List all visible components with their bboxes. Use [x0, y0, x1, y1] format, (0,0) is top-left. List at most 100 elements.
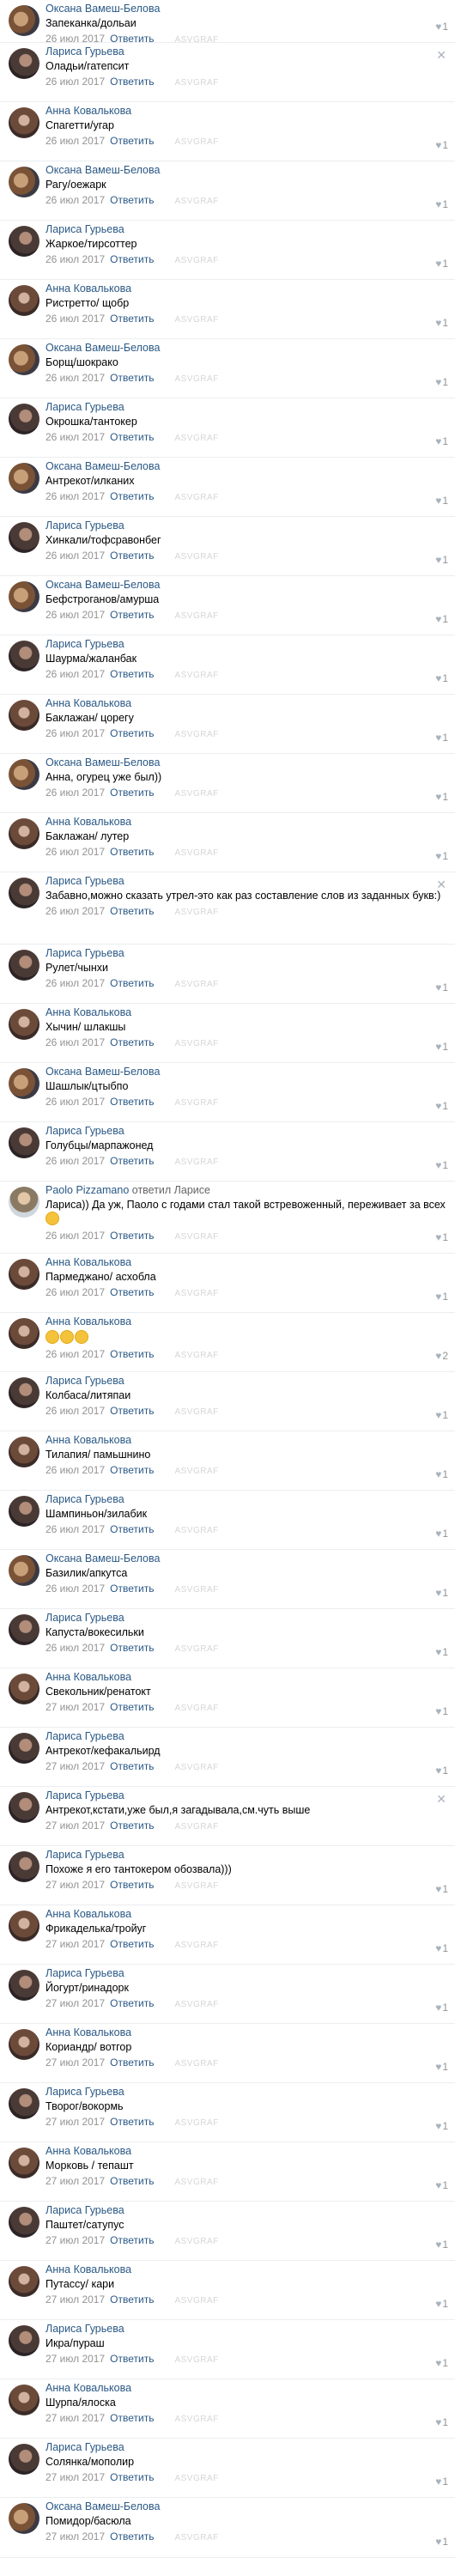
author-name-link[interactable]: Лариса Гурьева [46, 401, 124, 413]
author-name-link[interactable]: Анна Ковалькова [46, 283, 131, 295]
comment-date[interactable]: 26 июл 2017 [46, 1348, 105, 1360]
larisa-avatar[interactable] [9, 48, 39, 79]
reply-button[interactable]: Ответить [110, 1997, 154, 2009]
reply-button[interactable]: Ответить [110, 1464, 154, 1476]
larisa-avatar[interactable] [9, 950, 39, 981]
comment-date[interactable]: 27 июл 2017 [46, 2234, 105, 2246]
reply-button[interactable]: Ответить [110, 727, 154, 739]
like-button[interactable]: ♥1 [435, 2416, 448, 2428]
like-button[interactable]: ♥1 [435, 1041, 448, 1053]
like-button[interactable]: ♥1 [435, 732, 448, 744]
reply-button[interactable]: Ответить [110, 1286, 154, 1298]
larisa-avatar[interactable] [9, 2444, 39, 2475]
anna-avatar[interactable] [9, 107, 39, 138]
comment-date[interactable]: 26 июл 2017 [46, 1230, 105, 1242]
oksana-avatar[interactable] [9, 759, 39, 790]
author-name-link[interactable]: Лариса Гурьева [46, 1789, 124, 1801]
reply-button[interactable]: Ответить [110, 1036, 154, 1048]
like-button[interactable]: ♥1 [435, 2120, 448, 2132]
comment-date[interactable]: 26 июл 2017 [46, 1286, 105, 1298]
comment-date[interactable]: 26 июл 2017 [46, 194, 105, 206]
comment-date[interactable]: 26 июл 2017 [46, 905, 105, 917]
comment-date[interactable]: 26 июл 2017 [46, 668, 105, 680]
like-button[interactable]: ♥1 [435, 198, 448, 210]
reply-button[interactable]: Ответить [110, 1096, 154, 1108]
larisa-avatar[interactable] [9, 2088, 39, 2119]
like-button[interactable]: ♥1 [435, 258, 448, 270]
larisa-avatar[interactable] [9, 2325, 39, 2356]
reply-button[interactable]: Ответить [110, 1523, 154, 1535]
like-button[interactable]: ♥1 [435, 2298, 448, 2310]
oksana-avatar[interactable] [9, 5, 39, 36]
comment-date[interactable]: 26 июл 2017 [46, 1405, 105, 1417]
comment-date[interactable]: 26 июл 2017 [46, 846, 105, 858]
comment-date[interactable]: 26 июл 2017 [46, 1464, 105, 1476]
author-name-link[interactable]: Лариса Гурьева [46, 1730, 124, 1742]
author-name-link[interactable]: Лариса Гурьева [46, 638, 124, 650]
anna-avatar[interactable] [9, 700, 39, 731]
author-name-link[interactable]: Лариса Гурьева [46, 2204, 124, 2216]
author-name-link[interactable]: Оксана Вамеш-Белова [46, 3, 160, 15]
reply-button[interactable]: Ответить [110, 2234, 154, 2246]
oksana-avatar[interactable] [9, 2503, 39, 2534]
reply-button[interactable]: Ответить [110, 431, 154, 443]
reply-button[interactable]: Ответить [110, 905, 154, 917]
anna-avatar[interactable] [9, 1911, 39, 1941]
comment-date[interactable]: 27 июл 2017 [46, 2412, 105, 2424]
like-button[interactable]: ♥1 [435, 1468, 448, 1480]
reply-button[interactable]: Ответить [110, 1701, 154, 1713]
author-name-link[interactable]: Анна Ковалькова [46, 2026, 131, 2038]
author-name-link[interactable]: Лариса Гурьева [46, 2441, 124, 2453]
author-name-link[interactable]: Оксана Вамеш-Белова [46, 342, 160, 354]
author-name-link[interactable]: Лариса Гурьева [46, 947, 124, 959]
larisa-avatar[interactable] [9, 1970, 39, 2001]
comment-date[interactable]: 27 июл 2017 [46, 1820, 105, 1832]
comment-date[interactable]: 26 июл 2017 [46, 550, 105, 562]
reply-button[interactable]: Ответить [110, 194, 154, 206]
author-name-link[interactable]: Лариса Гурьева [46, 1493, 124, 1505]
larisa-avatar[interactable] [9, 1792, 39, 1823]
reply-button[interactable]: Ответить [110, 668, 154, 680]
author-name-link[interactable]: Оксана Вамеш-Белова [46, 1552, 160, 1564]
oksana-avatar[interactable] [9, 344, 39, 375]
like-button[interactable]: ♥1 [435, 495, 448, 507]
author-name-link[interactable]: Оксана Вамеш-Белова [46, 164, 160, 176]
like-button[interactable]: ♥1 [435, 1942, 448, 1954]
author-name-link[interactable]: Анна Ковалькова [46, 1671, 131, 1683]
reply-button[interactable]: Ответить [110, 1348, 154, 1360]
reply-button[interactable]: Ответить [110, 550, 154, 562]
reply-button[interactable]: Ответить [110, 977, 154, 989]
like-button[interactable]: ♥1 [435, 672, 448, 684]
like-button[interactable]: ♥1 [435, 1883, 448, 1895]
comment-date[interactable]: 27 июл 2017 [46, 2116, 105, 2128]
anna-avatar[interactable] [9, 818, 39, 849]
comment-date[interactable]: 27 июл 2017 [46, 1701, 105, 1713]
author-name-link[interactable]: Лариса Гурьева [46, 875, 124, 887]
author-name-link[interactable]: Оксана Вамеш-Белова [46, 460, 160, 472]
like-button[interactable]: ♥1 [435, 2476, 448, 2488]
comment-date[interactable]: 26 июл 2017 [46, 431, 105, 443]
reply-button[interactable]: Ответить [110, 253, 154, 265]
comment-date[interactable]: 27 июл 2017 [46, 2471, 105, 2483]
comment-date[interactable]: 27 июл 2017 [46, 2530, 105, 2543]
like-button[interactable]: ♥1 [435, 21, 448, 33]
like-button[interactable]: ♥1 [435, 1587, 448, 1599]
reply-button[interactable]: Ответить [110, 2530, 154, 2543]
author-name-link[interactable]: Анна Ковалькова [46, 1315, 131, 1327]
like-button[interactable]: ♥1 [435, 2536, 448, 2548]
reply-button[interactable]: Ответить [110, 2175, 154, 2187]
comment-date[interactable]: 26 июл 2017 [46, 76, 105, 88]
author-name-link[interactable]: Paolo Pizzamano [46, 1184, 129, 1196]
like-button[interactable]: ♥1 [435, 1100, 448, 1112]
reply-button[interactable]: Ответить [110, 2057, 154, 2069]
like-button[interactable]: ♥1 [435, 2239, 448, 2251]
oksana-avatar[interactable] [9, 1555, 39, 1586]
author-name-link[interactable]: Анна Ковалькова [46, 1256, 131, 1268]
oksana-avatar[interactable] [9, 167, 39, 197]
comment-date[interactable]: 27 июл 2017 [46, 2293, 105, 2306]
larisa-avatar[interactable] [9, 522, 39, 553]
comment-date[interactable]: 26 июл 2017 [46, 1523, 105, 1535]
author-name-link[interactable]: Анна Ковалькова [46, 697, 131, 709]
reply-button[interactable]: Ответить [110, 1583, 154, 1595]
author-name-link[interactable]: Анна Ковалькова [46, 105, 131, 117]
